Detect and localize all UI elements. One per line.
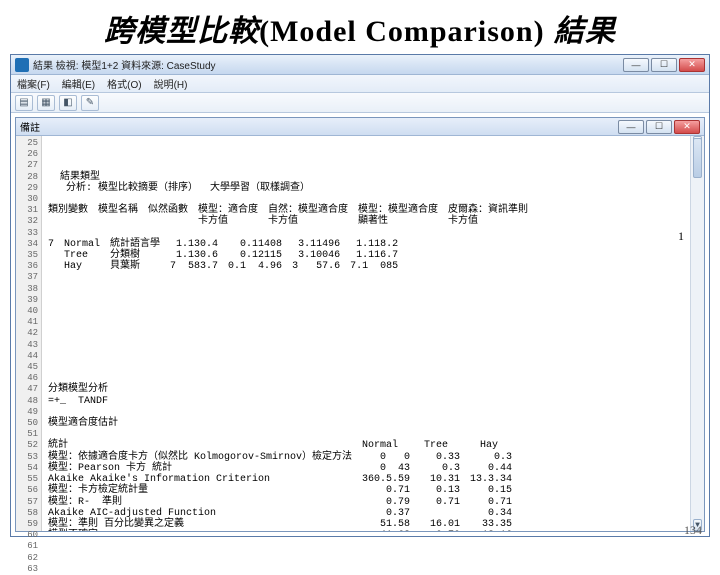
inner-minimize-button[interactable]: —	[618, 120, 644, 134]
toolbar-btn-4[interactable]: ✎	[81, 95, 99, 111]
inner-maximize-button[interactable]: ☐	[646, 120, 672, 134]
minimize-button[interactable]: —	[623, 58, 649, 72]
inner-close-button[interactable]: ✕	[674, 120, 700, 134]
title-tail: 結果	[545, 15, 616, 48]
line-gutter: 25 26 27 28 29 30 31 32 33 34 35 36 37 3…	[16, 136, 42, 531]
toolbar-btn-1[interactable]: ▤	[15, 95, 33, 111]
outer-titlebar: 結果 檢視: 模型1+2 資料來源: CaseStudy — ☐ ✕	[11, 55, 709, 75]
inner-window: 備註 — ☐ ✕ 25 26 27 28 29 30 31 32 33 34 3…	[15, 117, 705, 532]
app-window: 結果 檢視: 模型1+2 資料來源: CaseStudy — ☐ ✕ 檔案(F)…	[10, 54, 710, 537]
window-title: 結果 檢視: 模型1+2 資料來源: CaseStudy	[33, 57, 216, 72]
app-icon	[15, 58, 29, 72]
slide-title: 跨模型比較(Model Comparison) 結果	[0, 0, 720, 54]
title-en: (Model Comparison)	[259, 15, 544, 48]
scroll-thumb[interactable]	[693, 138, 702, 178]
window-controls: — ☐ ✕	[623, 58, 705, 72]
menu-file[interactable]: 檔案(F)	[17, 76, 50, 91]
menu-edit[interactable]: 編輯(E)	[62, 76, 95, 91]
slide-page-number: 134	[684, 523, 702, 538]
close-button[interactable]: ✕	[679, 58, 705, 72]
output-page: 1 結果類型 分析: 模型比較摘要（排序） 大學學習（取樣調查） 類別變數模型名…	[42, 136, 690, 531]
page-marker: 1	[678, 231, 684, 242]
toolbar-btn-3[interactable]: ◧	[59, 95, 77, 111]
toolbar-btn-2[interactable]: ▦	[37, 95, 55, 111]
menu-format[interactable]: 格式(O)	[107, 76, 141, 91]
menubar: 檔案(F) 編輯(E) 格式(O) 說明(H)	[11, 75, 709, 93]
content-area: 25 26 27 28 29 30 31 32 33 34 35 36 37 3…	[16, 136, 704, 531]
toolbar: ▤ ▦ ◧ ✎	[11, 93, 709, 113]
inner-title: 備註	[20, 119, 40, 134]
title-zh: 跨模型比較	[104, 15, 259, 48]
maximize-button[interactable]: ☐	[651, 58, 677, 72]
inner-window-controls: — ☐ ✕	[618, 120, 700, 134]
inner-titlebar: 備註 — ☐ ✕	[16, 118, 704, 136]
vertical-scrollbar[interactable]: ▲ ▼	[690, 136, 704, 531]
menu-help[interactable]: 說明(H)	[154, 76, 188, 91]
